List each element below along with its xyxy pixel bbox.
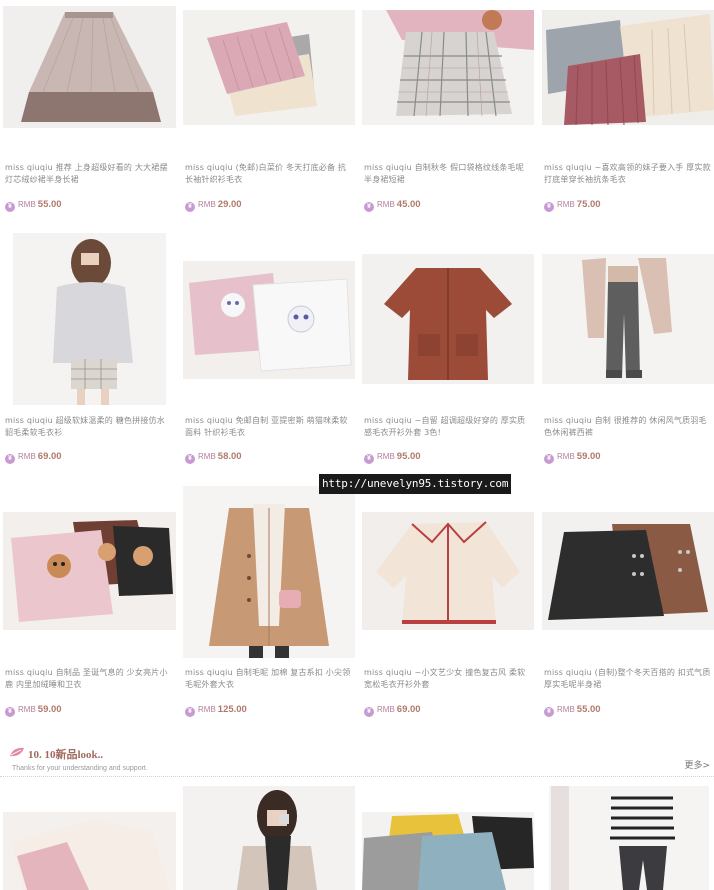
price-value: 55.00 [576,704,601,715]
yen-icon: ¥ [364,202,374,212]
a-line-skirts-image [542,512,714,630]
product-title[interactable]: miss qiuqiu (免邮)白菜价 冬天打底必备 抗长袖针织衫毛衣 [185,162,353,186]
product-photo[interactable] [3,812,176,890]
currency-label: RMB [557,705,575,714]
product-photo[interactable] [362,812,534,890]
section-title: 10. 10新品look.. [28,749,104,761]
product-photo[interactable] [3,6,176,128]
yen-icon: ¥ [544,707,554,717]
cat-sweaters-image [183,261,355,379]
model-knit-sweater-image [13,233,166,405]
product-photo[interactable] [183,10,355,125]
product-price: ¥ RMB 59.00 [544,451,601,464]
more-link[interactable]: 更多> [684,758,710,771]
product-photo[interactable] [549,786,709,890]
product-price: ¥ RMB 125.00 [185,704,247,717]
product-title[interactable]: miss qiuqiu 推荐 上身超级好看的 大大裙摆灯芯绒纱裙半身长裙 [5,162,173,186]
product-title[interactable]: miss qiuqiu 自制 很推荐的 休闲风气质羽毛色休闲裤西裤 [544,415,712,439]
product-photo[interactable] [542,512,714,630]
price-value: 55.00 [37,199,62,210]
price-value: 29.00 [217,199,242,210]
currency-label: RMB [18,452,36,461]
product-price: ¥ RMB 69.00 [364,704,421,717]
price-value: 69.00 [37,451,62,462]
product-photo[interactable] [362,10,534,125]
currency-label: RMB [557,200,575,209]
pleated-skirts-image [362,812,534,890]
product-photo[interactable] [542,10,714,125]
product-title[interactable]: miss qiuqiu ~喜欢高领的妹子要入手 厚实款打底单穿长袖抗条毛衣 [544,162,712,186]
product-photo[interactable] [362,254,534,384]
section-divider [0,776,714,777]
currency-label: RMB [557,452,575,461]
camel-coat-image [183,486,355,658]
currency-label: RMB [377,705,395,714]
plaid-skirt-image [362,10,534,125]
model-scarf-image [183,786,355,890]
yen-icon: ¥ [5,202,15,212]
section-subtitle: Thanks for your understanding and suppor… [12,765,148,772]
product-title[interactable]: miss qiuqiu (自制)整个冬天百搭的 扣式气质厚实毛呢半身裙 [544,667,712,691]
leaf-icon [10,747,24,757]
price-value: 45.00 [396,199,421,210]
yen-icon: ¥ [364,707,374,717]
product-photo[interactable] [3,512,176,630]
yen-icon: ¥ [544,202,554,212]
price-value: 125.00 [217,704,247,715]
deer-sweatshirts-image [3,512,176,630]
coat-and-trousers-image [542,254,714,384]
cream-cardigan-image [362,512,534,630]
new-arrivals-header: 10. 10新品look.. Thanks for your understan… [0,744,714,780]
product-price: ¥ RMB 75.00 [544,199,601,212]
yen-icon: ¥ [185,707,195,717]
currency-label: RMB [198,705,216,714]
pink-knit-image [3,812,176,890]
knit-sweater-stack-image [183,10,355,125]
price-value: 59.00 [576,451,601,462]
product-price: ¥ RMB 45.00 [364,199,421,212]
product-photo[interactable] [542,254,714,384]
yen-icon: ¥ [5,707,15,717]
product-price: ¥ RMB 55.00 [5,199,62,212]
price-value: 69.00 [396,704,421,715]
product-photo[interactable] [183,486,355,658]
turtleneck-sweaters-image [542,10,714,125]
product-price: ¥ RMB 59.00 [5,704,62,717]
rust-cardigan-image [362,254,534,384]
yen-icon: ¥ [185,202,195,212]
product-title[interactable]: miss qiuqiu 免邮自制 亚提密斯 萌猫咪柔软面料 针织衫毛衣 [185,415,353,439]
currency-label: RMB [18,705,36,714]
currency-label: RMB [377,452,395,461]
currency-label: RMB [18,200,36,209]
product-title[interactable]: miss qiuqiu ~自留 超调超级好穿的 厚实质感毛衣开衫外套 3色! [364,415,532,439]
tulle-skirt-image [3,6,176,128]
model-striped-top-image [549,786,709,890]
product-photo[interactable] [362,512,534,630]
product-title[interactable]: miss qiuqiu 自制毛呢 加棉 复古系扣 小尖领毛呢外套大衣 [185,667,353,691]
price-value: 75.00 [576,199,601,210]
blog-watermark: http://unevelyn95.tistory.com [319,474,512,494]
yen-icon: ¥ [544,454,554,464]
yen-icon: ¥ [5,454,15,464]
product-title[interactable]: miss qiuqiu 自制秋冬 假口袋格纹线条毛呢半身裙短裙 [364,162,532,186]
product-title[interactable]: miss qiuqiu 超级软妹温柔的 糖色拼接仿水貂毛柔软毛衣衫 [5,415,173,439]
price-value: 59.00 [37,704,62,715]
product-price: ¥ RMB 95.00 [364,451,421,464]
currency-label: RMB [198,200,216,209]
product-price: ¥ RMB 69.00 [5,451,62,464]
product-title[interactable]: miss qiuqiu ~小文艺少女 撞色复古风 柔软宽松毛衣开衫外套 [364,667,532,691]
currency-label: RMB [198,452,216,461]
product-photo[interactable] [183,261,355,379]
product-photo[interactable] [13,233,166,405]
product-photo[interactable] [183,786,355,890]
product-price: ¥ RMB 29.00 [185,199,242,212]
product-price: ¥ RMB 55.00 [544,704,601,717]
yen-icon: ¥ [185,454,195,464]
price-value: 58.00 [217,451,242,462]
currency-label: RMB [377,200,395,209]
price-value: 95.00 [396,451,421,462]
product-price: ¥ RMB 58.00 [185,451,242,464]
product-title[interactable]: miss qiuqiu 自制品 圣诞气息的 少女亮片小鹿 内里加绒睡和卫衣 [5,667,173,691]
yen-icon: ¥ [364,454,374,464]
